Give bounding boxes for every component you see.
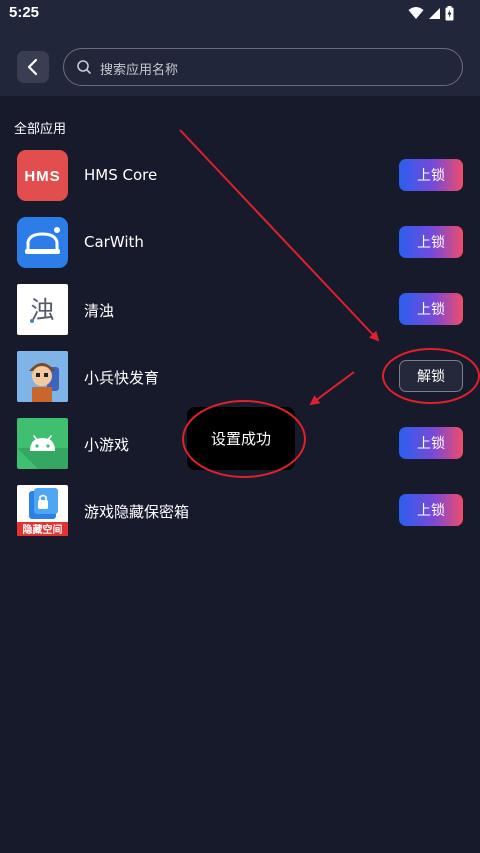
carwith-app-icon xyxy=(17,217,68,268)
lock-button[interactable]: 上锁 xyxy=(399,427,463,459)
status-bar: 5:25 xyxy=(0,0,480,28)
app-row-hms-core: HMS HMS Core 上锁 xyxy=(0,142,480,209)
app-lock-screen: 5:25 搜索应用名称 全部应用 HMS HMS Core 上锁 CarWith… xyxy=(0,0,480,853)
hms-core-app-icon: HMS xyxy=(17,150,68,201)
hidden-space-icon-text: 隐藏空间 xyxy=(23,523,63,536)
unlock-button[interactable]: 解锁 xyxy=(399,360,463,392)
app-name: 游戏隐藏保密箱 xyxy=(84,503,190,521)
lock-button[interactable]: 上锁 xyxy=(399,494,463,526)
battery-charging-icon xyxy=(445,5,454,20)
wifi-icon xyxy=(408,7,424,19)
app-name: 清浊 xyxy=(84,302,115,320)
app-name: HMS Core xyxy=(84,166,158,184)
search-icon xyxy=(77,60,91,74)
signal-icon xyxy=(429,7,440,19)
soldier-game-app-icon xyxy=(17,351,68,402)
app-name: 小游戏 xyxy=(84,436,130,454)
app-row-carwith: CarWith 上锁 xyxy=(0,209,480,276)
header-bar: 搜索应用名称 xyxy=(0,28,480,96)
app-row-qingzhuo: 浊 清浊 上锁 xyxy=(0,276,480,343)
app-name: CarWith xyxy=(84,233,144,251)
lock-button[interactable]: 上锁 xyxy=(399,293,463,325)
search-input[interactable]: 搜索应用名称 xyxy=(63,48,463,86)
qingzhuo-icon-text: 浊 xyxy=(31,296,55,324)
back-button[interactable] xyxy=(17,51,49,83)
section-title: 全部应用 xyxy=(14,122,67,137)
lock-button[interactable]: 上锁 xyxy=(399,226,463,258)
app-name: 小兵快发育 xyxy=(84,369,160,387)
app-row-soldier-game: 小兵快发育 解锁 xyxy=(0,343,480,410)
hms-icon-text: HMS xyxy=(24,168,60,185)
app-list: HMS HMS Core 上锁 CarWith 上锁 浊 清浊 上锁 小兵快发育… xyxy=(0,142,480,544)
android-app-icon xyxy=(17,418,68,469)
status-time: 5:25 xyxy=(9,4,40,21)
search-placeholder: 搜索应用名称 xyxy=(100,63,179,78)
qingzhuo-app-icon: 浊 xyxy=(17,284,68,335)
lock-button[interactable]: 上锁 xyxy=(399,159,463,191)
status-icons xyxy=(408,5,454,21)
toast-message: 设置成功 xyxy=(187,407,295,470)
app-row-hidden-space: 隐藏空间 游戏隐藏保密箱 上锁 xyxy=(0,477,480,544)
chevron-left-icon xyxy=(27,58,38,76)
hidden-space-app-icon: 隐藏空间 xyxy=(17,485,68,536)
